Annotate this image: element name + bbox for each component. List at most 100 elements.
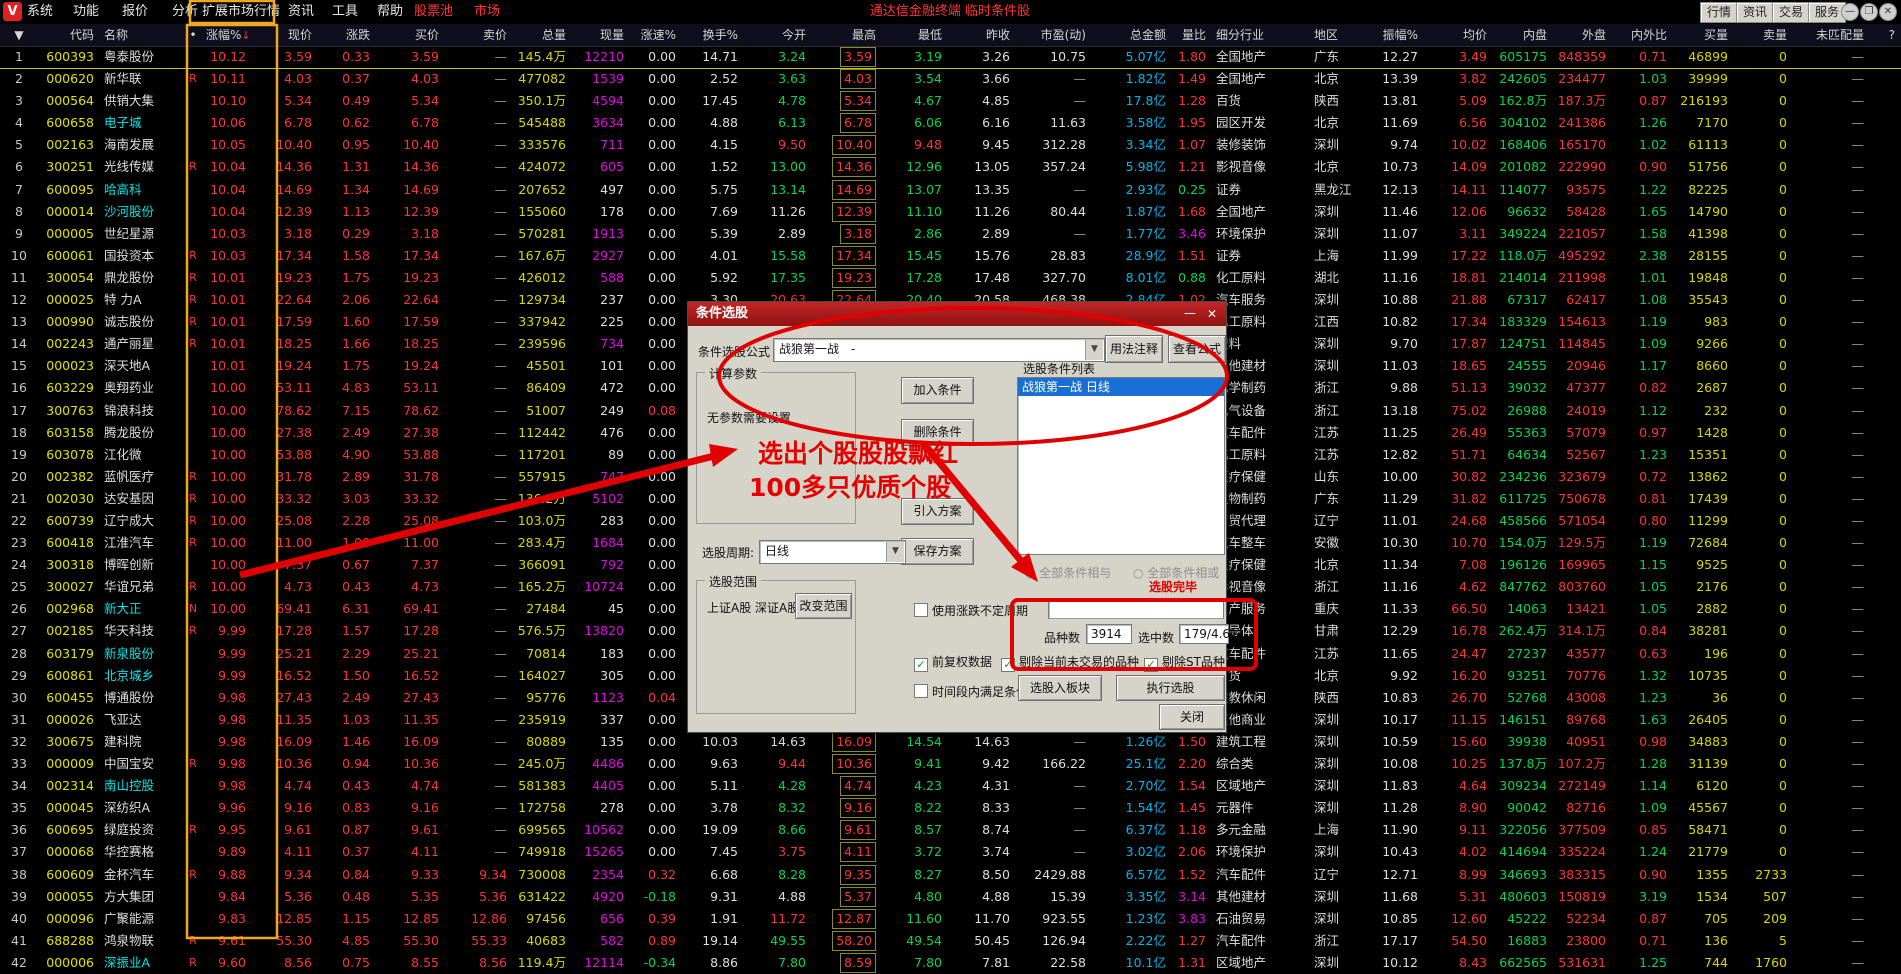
- menu-item-3[interactable]: 报价: [120, 0, 150, 24]
- menu-item-10[interactable]: 市场: [472, 0, 502, 24]
- table-row[interactable]: 34 002314 南山控股 9.98 4.74 0.43 4.74 — 581383 4405 0…: [0, 775, 1901, 797]
- table-row[interactable]: 3 000564 供销大集 10.10 5.34 0.49 5.34 — 350.1万 4594 0…: [0, 90, 1901, 112]
- table-row[interactable]: 32 300675 建科院 9.98 16.09 1.46 16.09 — 80889 135 0.…: [0, 731, 1901, 753]
- menu-item-4[interactable]: 分析: [170, 0, 200, 24]
- table-row[interactable]: 41 688288 鸿泉物联 R 9.61 55.30 4.85 55.30 55.33 4068…: [0, 930, 1901, 952]
- menu-item-6[interactable]: 资讯: [286, 0, 316, 24]
- column-header-30[interactable]: 未匹配量: [1793, 24, 1870, 46]
- close-dialog-button[interactable]: 关闭: [1159, 704, 1225, 730]
- table-row[interactable]: 10 600061 国投资本 R 10.03 17.34 1.58 17.34 — 167.6万 2…: [0, 245, 1901, 267]
- delete-condition-button[interactable]: 删除条件: [901, 419, 974, 446]
- column-header-25[interactable]: 内盘: [1493, 24, 1553, 46]
- menu-item-9[interactable]: 股票池: [412, 0, 455, 24]
- dialog-close-icon[interactable]: ✕: [1204, 306, 1220, 322]
- column-header-6[interactable]: 现价: [252, 24, 318, 46]
- table-row[interactable]: 38 600609 金杯汽车 R 9.88 9.34 0.84 9.33 9.34 730008 2…: [0, 864, 1901, 886]
- column-header-8[interactable]: 买价: [376, 24, 445, 46]
- table-row[interactable]: 5 002163 海南发展 10.05 10.40 0.95 10.40 — 333576 711…: [0, 134, 1901, 156]
- column-header-26[interactable]: 外盘: [1553, 24, 1612, 46]
- selected-input[interactable]: 179/4.6%: [1179, 624, 1241, 644]
- formula-combobox[interactable]: 战狼第一战 - ▼: [773, 338, 1105, 362]
- table-row[interactable]: 9 000005 世纪星源 10.03 3.18 0.29 3.18 — 570281 1913 0…: [0, 223, 1901, 245]
- column-header-2[interactable]: 代码: [44, 24, 100, 46]
- menu-item-7[interactable]: 工具: [330, 0, 360, 24]
- menu-item-5[interactable]: 扩展市场行情: [200, 0, 282, 24]
- column-header-19[interactable]: 总金额: [1092, 24, 1172, 46]
- condition-listbox[interactable]: 战狼第一战 日线: [1017, 377, 1225, 555]
- column-header-4[interactable]: •: [186, 24, 200, 46]
- column-header-21[interactable]: 细分行业: [1212, 24, 1308, 46]
- close-icon[interactable]: ✕: [1879, 3, 1897, 21]
- menu-item-8[interactable]: 帮助: [375, 0, 405, 24]
- column-header-16[interactable]: 最低: [882, 24, 948, 46]
- table-header-row[interactable]: ▼ 代码 名称 • 涨幅%↓ 现价 涨跌 买价 卖价 总量 现量 涨速% 换手% 今开 最高 最低 昨收 市盈(动…: [0, 24, 1901, 47]
- usage-note-button[interactable]: 用法注释: [1105, 335, 1163, 363]
- column-header-17[interactable]: 昨收: [948, 24, 1016, 46]
- column-header-14[interactable]: 今开: [744, 24, 812, 46]
- table-row[interactable]: 6 300251 光线传媒 R 10.04 14.36 1.31 14.36 — 424072 60…: [0, 156, 1901, 178]
- table-row[interactable]: 39 000055 方大集团 9.84 5.36 0.48 5.35 5.36 631422 49…: [0, 886, 1901, 908]
- checkbox-remove-untraded[interactable]: ✓ 剔除当前未交易的品种: [1001, 653, 1139, 672]
- add-condition-button[interactable]: 加入条件: [901, 377, 974, 404]
- table-row[interactable]: 35 000045 深纺织A 9.96 9.16 0.83 9.16 — 172758 278 0.…: [0, 797, 1901, 819]
- column-header-9[interactable]: 卖价: [445, 24, 513, 46]
- topbar-button-1[interactable]: 行情: [1700, 2, 1739, 23]
- column-header-20[interactable]: 量比: [1172, 24, 1212, 46]
- column-header-11[interactable]: 现量: [572, 24, 630, 46]
- column-header-27[interactable]: 内外比: [1612, 24, 1673, 46]
- menu-item-2[interactable]: 功能: [71, 0, 101, 24]
- table-row[interactable]: 7 600095 哈高科 10.04 14.69 1.34 14.69 — 207652 497 0…: [0, 179, 1901, 201]
- cell-未匹配量: —: [1851, 778, 1865, 794]
- table-row[interactable]: 11 300054 鼎龙股份 R 10.01 19.23 1.75 19.23 — 426012 5…: [0, 267, 1901, 289]
- column-header-10[interactable]: 总量: [513, 24, 572, 46]
- restore-icon[interactable]: ❐: [1860, 3, 1878, 21]
- chevron-down-icon[interactable]: ▼: [886, 542, 904, 562]
- column-header-31[interactable]: ?: [1870, 24, 1901, 46]
- select-to-block-button[interactable]: 选股入板块: [1018, 675, 1102, 701]
- column-header-22[interactable]: 地区: [1310, 24, 1358, 46]
- topbar-button-3[interactable]: 交易: [1772, 2, 1811, 23]
- period-combobox[interactable]: 日线 ▼: [759, 540, 906, 564]
- table-row[interactable]: 40 000096 广聚能源 9.83 12.85 1.15 12.85 12.86 97456…: [0, 908, 1901, 930]
- column-header-3[interactable]: 名称: [100, 24, 184, 46]
- cell-卖量: 0: [1779, 292, 1787, 308]
- checkbox-remove-st[interactable]: ✓ 剔除ST品种: [1144, 653, 1225, 672]
- minimize-icon[interactable]: —: [1841, 3, 1859, 21]
- checkbox-forward-adjust[interactable]: ✓ 前复权数据: [914, 653, 992, 672]
- column-header-24[interactable]: 均价: [1424, 24, 1493, 46]
- radio-all-and[interactable]: ◉ 全部条件相与: [1025, 564, 1111, 581]
- table-row[interactable]: 37 000068 华控赛格 9.89 4.11 0.37 4.11 — 749918 15265…: [0, 841, 1901, 863]
- dialog-title[interactable]: 条件选股: [688, 302, 1226, 326]
- table-row[interactable]: 2 000620 新华联 R 10.11 4.03 0.37 4.03 — 477082 1539 0…: [0, 68, 1901, 90]
- column-header-15[interactable]: 最高: [812, 24, 882, 46]
- condition-list-item[interactable]: 战狼第一战 日线: [1018, 378, 1224, 396]
- dialog-minimize-icon[interactable]: —: [1182, 306, 1198, 322]
- column-header-5[interactable]: 涨幅%↓: [206, 24, 252, 46]
- table-row[interactable]: 42 000006 深振业A R 9.60 8.56 0.75 8.55 8.56 119.4万 1…: [0, 952, 1901, 974]
- run-select-button[interactable]: 执行选股: [1116, 675, 1225, 701]
- column-header-18[interactable]: 市盈(动): [1016, 24, 1092, 46]
- menu-item-1[interactable]: 系统: [25, 0, 55, 24]
- topbar-button-2[interactable]: 资讯: [1736, 2, 1775, 23]
- column-header-12[interactable]: 涨速%: [630, 24, 682, 46]
- import-plan-button[interactable]: 引入方案: [901, 498, 974, 525]
- column-header-13[interactable]: 换手%: [682, 24, 744, 46]
- chevron-down-icon[interactable]: ▼: [1085, 340, 1103, 360]
- table-row[interactable]: 8 000014 沙河股份 10.04 12.39 1.13 12.39 — 155060 178…: [0, 201, 1901, 223]
- table-row[interactable]: 36 600695 绿庭投资 R 9.95 9.61 0.87 9.61 — 699565 1056…: [0, 819, 1901, 841]
- checkbox-updown-period[interactable]: 使用涨跌不定周期: [914, 602, 1028, 619]
- view-formula-button[interactable]: 查看公式: [1168, 335, 1226, 363]
- table-row[interactable]: 4 600658 电子城 10.06 6.78 0.62 6.78 — 545488 3634 0.…: [0, 112, 1901, 134]
- column-header-1[interactable]: ▼: [0, 24, 38, 46]
- checkbox-time-range[interactable]: 时间段内满足条件: [914, 683, 1028, 700]
- change-range-button[interactable]: 改变范围: [795, 593, 852, 619]
- table-row[interactable]: 33 000009 中国宝安 R 9.98 10.36 0.94 10.36 — 245.0万 44…: [0, 753, 1901, 775]
- column-header-28[interactable]: 买量: [1673, 24, 1734, 46]
- column-header-23[interactable]: 振幅%: [1360, 24, 1424, 46]
- column-header-7[interactable]: 涨跌: [318, 24, 376, 46]
- updown-input[interactable]: [1048, 600, 1224, 619]
- column-header-29[interactable]: 卖量: [1734, 24, 1793, 46]
- save-plan-button[interactable]: 保存方案: [901, 538, 974, 565]
- count-input[interactable]: 3914: [1086, 624, 1132, 644]
- table-row[interactable]: 1 600393 粤泰股份 10.12 3.59 0.33 3.59 — 145.4万 12210…: [0, 46, 1901, 69]
